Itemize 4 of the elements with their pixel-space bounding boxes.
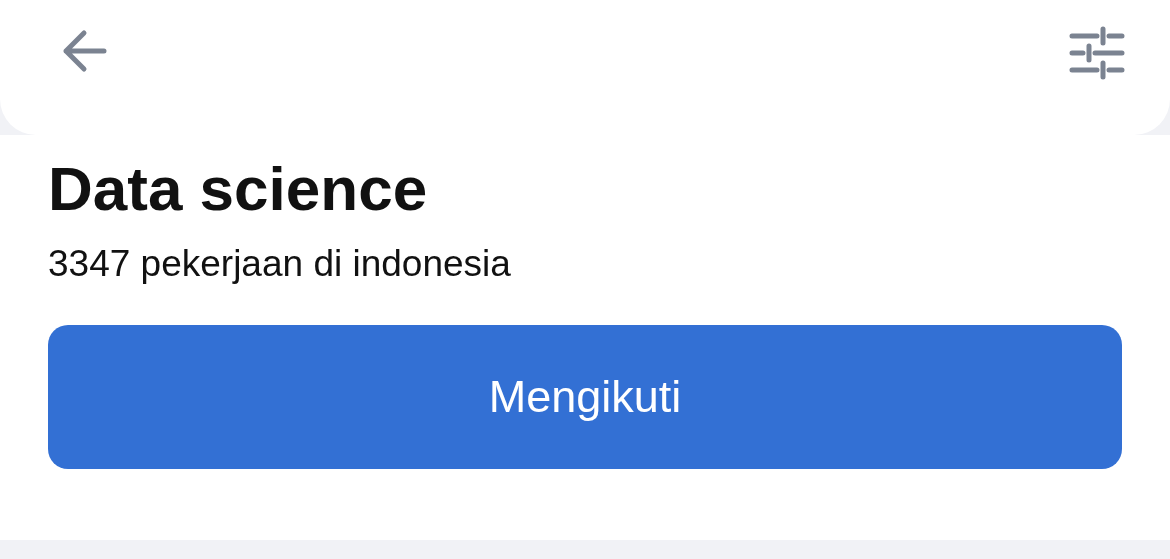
filter-sliders-icon[interactable] [1069,26,1125,80]
job-count: 3347 pekerjaan di indonesia [48,242,512,286]
topic-title: Data science [48,153,429,225]
follow-button[interactable]: Mengikuti [48,325,1122,469]
